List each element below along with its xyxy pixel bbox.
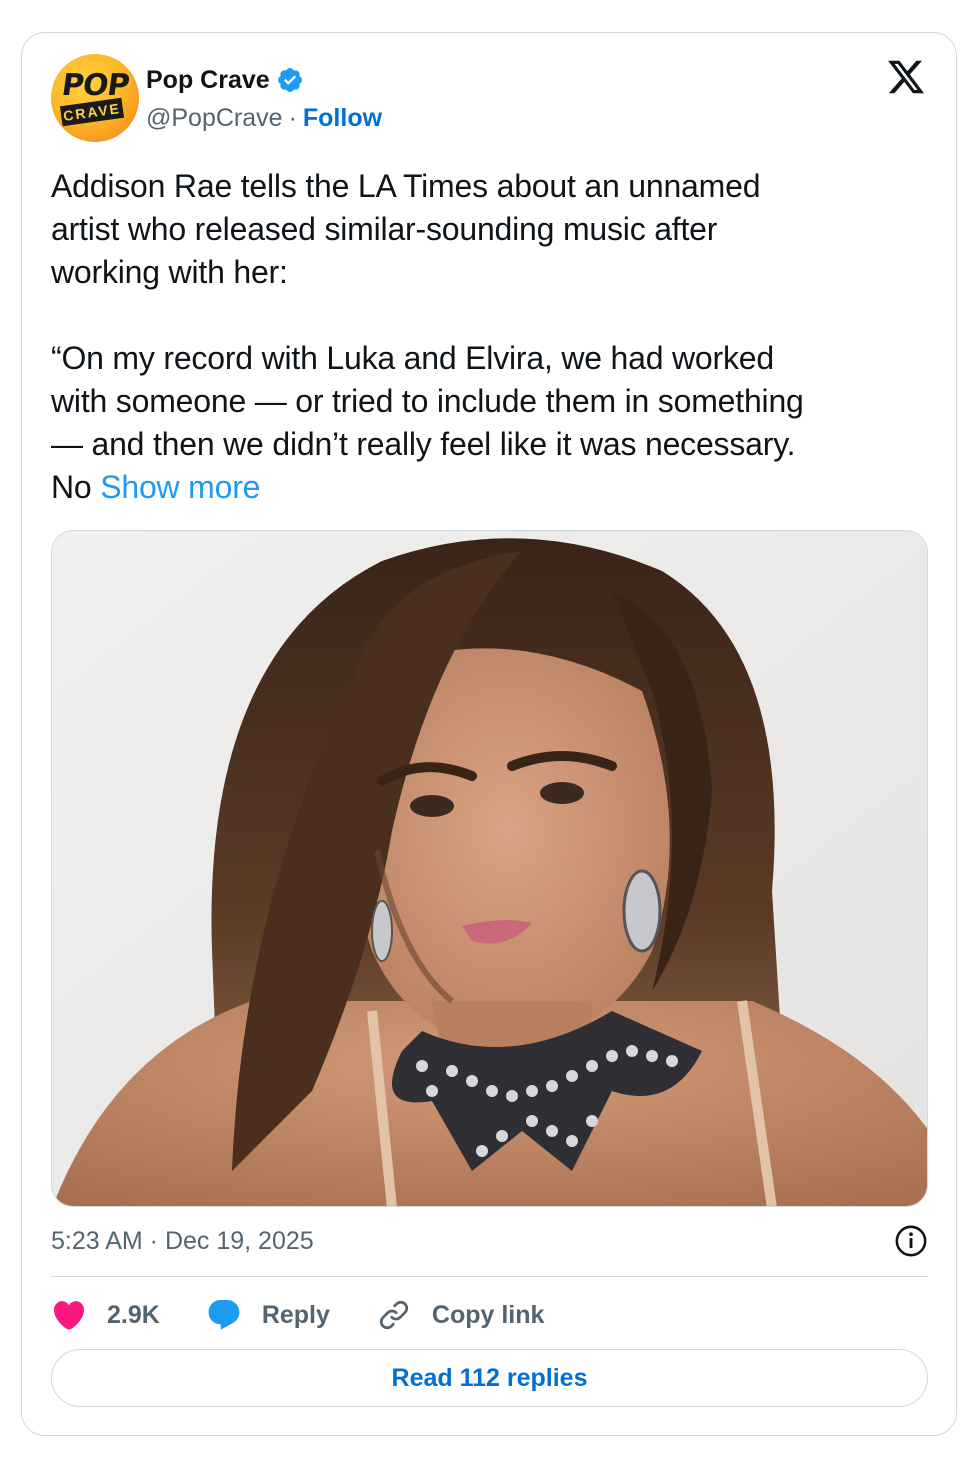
like-count: 2.9K [107,1300,160,1329]
reply-button[interactable]: Reply [206,1297,330,1333]
like-button[interactable]: 2.9K [51,1297,160,1333]
link-icon [379,1300,408,1330]
author-handle-row: @PopCrave · Follow [146,101,382,135]
truncated-text: No [51,469,101,505]
copy-link-label: Copy link [431,1300,545,1329]
info-icon[interactable] [894,1224,928,1258]
author-handle[interactable]: @PopCrave [146,104,283,133]
tweet-photo[interactable] [51,530,928,1207]
separator-dot: · [288,103,297,132]
tweet-truncated-line: No Show more [51,466,931,509]
author-name[interactable]: Pop Crave [146,66,270,95]
copy-link-button[interactable]: Copy link [376,1297,545,1333]
timestamp-row: 5:23 AM · Dec 19, 2025 [51,1223,928,1259]
divider [51,1276,928,1277]
x-logo-icon[interactable] [886,57,926,97]
tweet-actions-bar: 2.9K Reply Copy link [51,1295,590,1335]
speech-bubble-icon [208,1300,240,1330]
heart-icon [53,1301,85,1330]
follow-button[interactable]: Follow [303,104,382,133]
show-more-link[interactable]: Show more [100,469,260,505]
author-avatar[interactable]: POP CRAVE [51,54,139,142]
tweet-timestamp[interactable]: 5:23 AM · Dec 19, 2025 [51,1227,314,1256]
tweet-paragraph-intro: Addison Rae tells the LA Times about an … [51,168,761,290]
tweet-embed-card: POP CRAVE Pop Crave @PopCrave · Follow A… [21,32,957,1436]
portrait-photo-illustration [52,531,927,1206]
verified-badge-icon [277,68,302,92]
read-replies-button[interactable]: Read 112 replies [51,1349,928,1407]
tweet-paragraph-quote: “On my record with Luka and Elvira, we h… [51,340,804,462]
tweet-body: Addison Rae tells the LA Times about an … [51,165,931,509]
reply-label: Reply [261,1300,330,1329]
author-name-row: Pop Crave [146,63,304,97]
